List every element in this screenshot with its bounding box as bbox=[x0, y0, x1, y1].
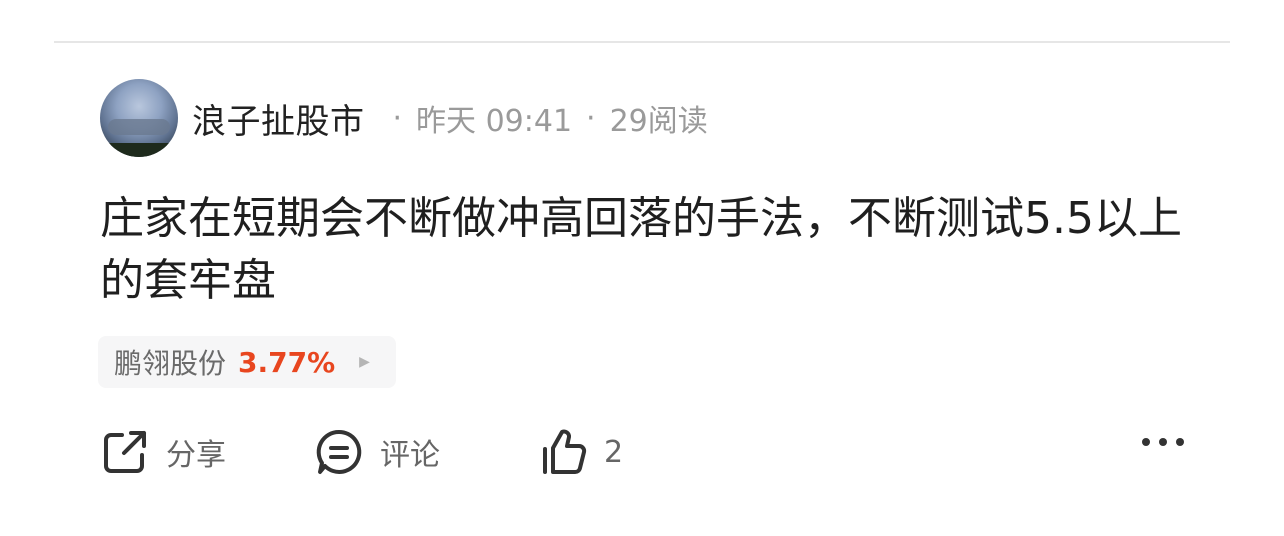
avatar-ground bbox=[100, 143, 178, 157]
more-dot bbox=[1159, 438, 1167, 446]
thumbs-up-icon bbox=[543, 429, 587, 474]
avatar-cloud bbox=[108, 119, 170, 135]
post-content[interactable]: 庄家在短期会不断做冲高回落的手法，不断测试5.5以上的套牢盘 bbox=[100, 188, 1200, 312]
post-meta: · 昨天 09:41 · 29阅读 bbox=[379, 96, 708, 140]
like-button[interactable]: 2 bbox=[538, 427, 623, 477]
read-count: 29阅读 bbox=[609, 104, 708, 139]
post-header: 浪子扯股市 · 昨天 09:41 · 29阅读 bbox=[100, 78, 708, 158]
author-name[interactable]: 浪子扯股市 bbox=[192, 94, 365, 143]
top-divider bbox=[54, 41, 1230, 43]
share-icon bbox=[104, 431, 146, 473]
more-icon[interactable] bbox=[1142, 438, 1184, 446]
meta-separator: · bbox=[392, 100, 403, 136]
more-dot bbox=[1142, 438, 1150, 446]
avatar[interactable] bbox=[100, 79, 178, 157]
play-arrow-icon: ▶ bbox=[359, 354, 370, 370]
stock-change: 3.77% bbox=[238, 345, 336, 379]
comment-label: 评论 bbox=[380, 438, 440, 473]
post-time: 昨天 09:41 bbox=[416, 104, 573, 139]
action-bar: 分享 评论 2 bbox=[100, 420, 1184, 484]
comment-button[interactable]: 评论 bbox=[314, 427, 538, 477]
comment-icon bbox=[316, 429, 362, 474]
share-label: 分享 bbox=[166, 438, 226, 473]
more-dot bbox=[1176, 438, 1184, 446]
stock-tag[interactable]: 鹏翎股份 3.77% ▶ bbox=[98, 336, 396, 388]
share-button[interactable]: 分享 bbox=[100, 427, 314, 477]
stock-name: 鹏翎股份 bbox=[114, 347, 227, 380]
meta-separator: · bbox=[586, 100, 596, 136]
like-count: 2 bbox=[604, 434, 624, 470]
